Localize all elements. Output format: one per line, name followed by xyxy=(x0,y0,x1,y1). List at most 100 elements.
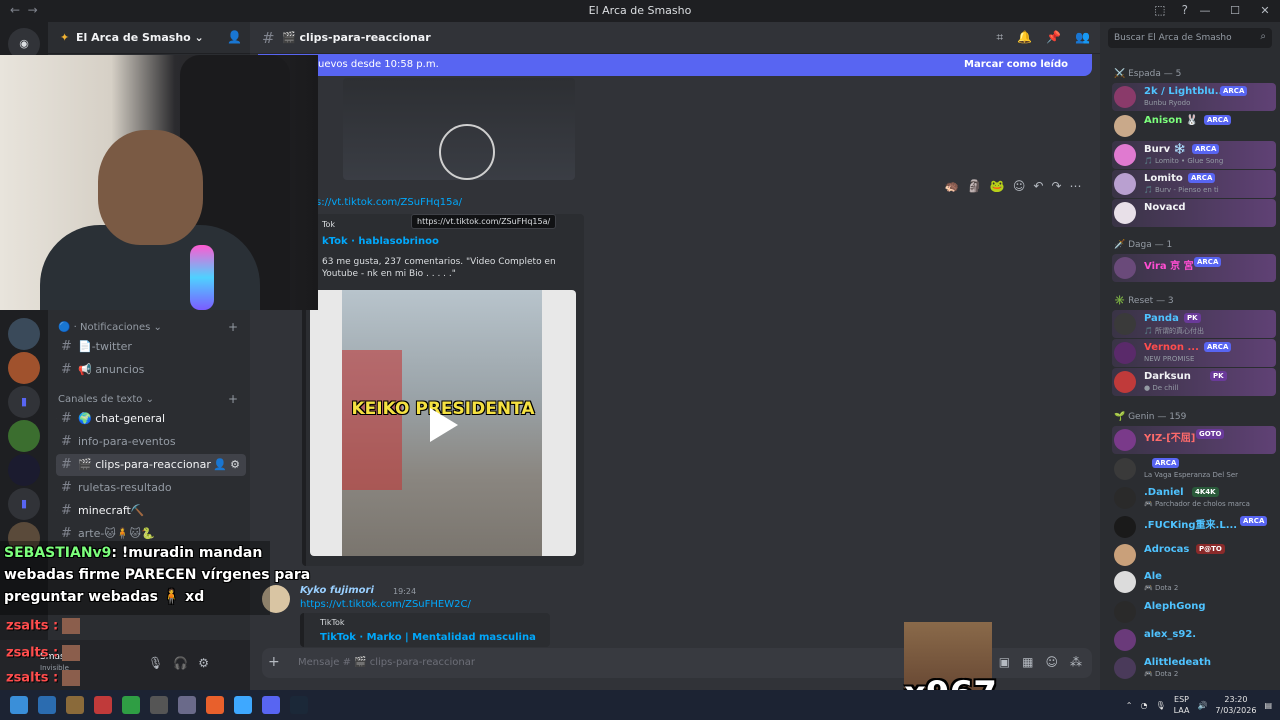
stream-chat-overlay: SEBASTIANv9: !muradin mandan webadas fir… xyxy=(0,541,310,615)
app-icon[interactable] xyxy=(150,696,168,714)
emoji-icon[interactable]: ☺ xyxy=(1045,655,1058,669)
inbox-icon[interactable]: ⬚ xyxy=(1154,3,1165,17)
app-icon[interactable] xyxy=(38,696,56,714)
close-button[interactable]: ✕ xyxy=(1250,0,1280,22)
more-icon[interactable]: ⋯ xyxy=(1070,179,1082,193)
member-item[interactable]: .Daniel 4K4K 🎮 Parchador de cholos marca xyxy=(1112,484,1276,512)
video-fence xyxy=(342,350,402,490)
browser-icon[interactable] xyxy=(206,696,224,714)
maximize-button[interactable]: ☐ xyxy=(1220,0,1250,22)
member-item[interactable]: Lomito ARCA 🎵 Burv - Pienso en ti xyxy=(1112,170,1276,198)
add-channel-icon[interactable]: + xyxy=(228,392,238,406)
app-icon[interactable] xyxy=(178,696,196,714)
channel-anuncios[interactable]: # 📢 anuncios xyxy=(56,359,246,381)
member-status: 🎮 Dota 2 xyxy=(1144,670,1179,678)
reaction-icon[interactable]: 🐸 xyxy=(990,179,1005,193)
channel-chat-general[interactable]: ▶#🌍 chat-general xyxy=(56,408,246,430)
invite-people-icon[interactable]: 👤 xyxy=(227,30,242,44)
channel-ruletas-resultado[interactable]: # ruletas-resultado xyxy=(56,477,246,499)
pin-icon[interactable]: 📌 xyxy=(1046,30,1061,45)
gif-icon[interactable]: ▣ xyxy=(999,655,1010,669)
message-link[interactable]: s://vt.tiktok.com/ZSuFHq15a/ xyxy=(316,197,462,208)
channel-settings-icon[interactable]: 👤 ⚙ xyxy=(213,454,240,476)
embed-video[interactable]: KEIKO PRESIDENTA xyxy=(310,290,576,556)
volume-icon[interactable]: 🔊 xyxy=(1197,701,1207,710)
member-item[interactable]: Anison 🐰 ARCA xyxy=(1112,112,1276,140)
embed-title[interactable]: TikTok · Marko | Mentalidad masculina xyxy=(320,632,536,644)
attach-plus-icon[interactable]: + xyxy=(268,654,280,670)
video-thumbnail[interactable] xyxy=(343,78,575,180)
member-item[interactable]: Ale 🎮 Dota 2 xyxy=(1112,568,1276,596)
title-bar: ← → El Arca de Smasho ⬚ ? — ☐ ✕ xyxy=(0,0,1280,22)
folder-icon[interactable]: ▮ xyxy=(8,386,40,418)
mark-as-read-button[interactable]: Marcar como leído xyxy=(964,59,1068,70)
server-header[interactable]: ✦ El Arca de Smasho ⌄ 👤 xyxy=(48,22,250,54)
keyboard-language[interactable]: ESP LAA xyxy=(1174,694,1190,716)
members-icon[interactable]: 👥 xyxy=(1075,30,1090,45)
microphone-icon[interactable]: 🎙 xyxy=(148,656,163,670)
help-icon[interactable]: ? xyxy=(1182,3,1188,17)
threads-icon[interactable]: ⌗ xyxy=(996,30,1003,45)
embed-title[interactable]: kTok · hablasobrinoo xyxy=(322,236,439,247)
server-icon[interactable] xyxy=(8,454,40,486)
channel-clips-para-reaccionar[interactable]: ▶#🎬 clips-para-reaccionar👤 ⚙ xyxy=(56,454,246,476)
minimize-button[interactable]: — xyxy=(1190,0,1220,22)
category-canales-de-texto[interactable]: Canales de texto ⌄ xyxy=(58,394,154,405)
start-icon[interactable] xyxy=(10,696,28,714)
member-item[interactable]: .FUCKing重来.L... ARCA xyxy=(1112,513,1276,541)
headphones-icon[interactable]: 🎧 xyxy=(173,656,188,670)
server-icon[interactable] xyxy=(8,352,40,384)
notifications-icon[interactable]: ▤ xyxy=(1264,701,1272,710)
member-item[interactable]: Darksun PK ● De chill xyxy=(1112,368,1276,396)
wifi-icon[interactable]: ◔ xyxy=(1140,701,1147,710)
steam-icon[interactable] xyxy=(290,696,308,714)
clock[interactable]: 23:20 7/03/2026 xyxy=(1215,694,1256,716)
emote-icon xyxy=(62,670,81,686)
channel-minecraft[interactable]: ▶#minecraft⛏️ xyxy=(56,500,246,522)
message-author[interactable]: Kyko fujimori xyxy=(300,585,374,596)
category-notificaciones[interactable]: 🔵 · Notificaciones ⌄ xyxy=(58,322,162,333)
member-item[interactable]: Alittledeath 🎮 Dota 2 xyxy=(1112,654,1276,682)
add-reaction-icon[interactable]: ☺ xyxy=(1013,179,1026,193)
discord-icon[interactable] xyxy=(262,696,280,714)
microphone-icon[interactable]: 🎙 xyxy=(1155,701,1165,710)
channel-twitter[interactable]: # 📄-twitter xyxy=(56,336,246,358)
channel-info-para-eventos[interactable]: # info-para-eventos xyxy=(56,431,246,453)
reaction-icon[interactable]: 🗿 xyxy=(967,179,982,193)
chevron-up-icon[interactable]: ⌃ xyxy=(1126,701,1133,710)
folder-icon[interactable]: ▮ xyxy=(8,488,40,520)
app-icon[interactable] xyxy=(66,696,84,714)
forward-icon[interactable]: ↷ xyxy=(1051,179,1061,193)
play-icon[interactable] xyxy=(430,408,458,442)
member-item[interactable]: AlephGong xyxy=(1112,598,1276,626)
member-item[interactable]: YIZ-[不屈] GOTO xyxy=(1112,426,1276,454)
member-item[interactable]: Adrocas P@TO xyxy=(1112,541,1276,569)
reaction-icon[interactable]: 🦔 xyxy=(944,179,959,193)
composer-placeholder[interactable]: Mensaje # 🎬 clips-para-reaccionar xyxy=(298,657,475,668)
bell-icon[interactable]: 🔔 xyxy=(1017,30,1032,45)
new-messages-bar[interactable]: uevos desde 10:58 p.m. Marcar como leído xyxy=(258,54,1092,76)
member-item[interactable]: ARCA La Vaga Esperanza Del Ser xyxy=(1112,455,1276,483)
apps-icon[interactable]: ⁂ xyxy=(1070,655,1082,669)
reply-icon[interactable]: ↶ xyxy=(1033,179,1043,193)
member-item[interactable]: alex_s92. xyxy=(1112,626,1276,654)
member-item[interactable]: Burv ❄️ ARCA 🎵 Lomito • Glue Song xyxy=(1112,141,1276,169)
server-icon[interactable] xyxy=(8,318,40,350)
taskbar-apps xyxy=(10,696,308,714)
server-icon[interactable] xyxy=(8,420,40,452)
member-item[interactable]: Vira 京 宮 ARCA xyxy=(1112,254,1276,282)
message-link[interactable]: https://vt.tiktok.com/ZSuFHEW2C/ xyxy=(300,599,471,610)
hash-icon: # xyxy=(61,411,72,426)
member-name: Ale xyxy=(1144,571,1162,582)
sticker-icon[interactable]: ▦ xyxy=(1022,655,1033,669)
app-icon[interactable] xyxy=(122,696,140,714)
member-item[interactable]: Vernon ... ARCA NEW PROMISE xyxy=(1112,339,1276,367)
chrome-icon[interactable] xyxy=(234,696,252,714)
member-item[interactable]: 2k / Lightblu... ARCA Bunbu Ryodo xyxy=(1112,83,1276,111)
member-item[interactable]: Novacd xyxy=(1112,199,1276,227)
add-channel-icon[interactable]: + xyxy=(228,320,238,334)
member-item[interactable]: Panda PK 🎵 所谓的真心付出 xyxy=(1112,310,1276,338)
settings-gear-icon[interactable]: ⚙ xyxy=(198,656,209,670)
search-input[interactable]: Buscar El Arca de Smasho ⌕ xyxy=(1108,28,1272,48)
app-icon[interactable] xyxy=(94,696,112,714)
